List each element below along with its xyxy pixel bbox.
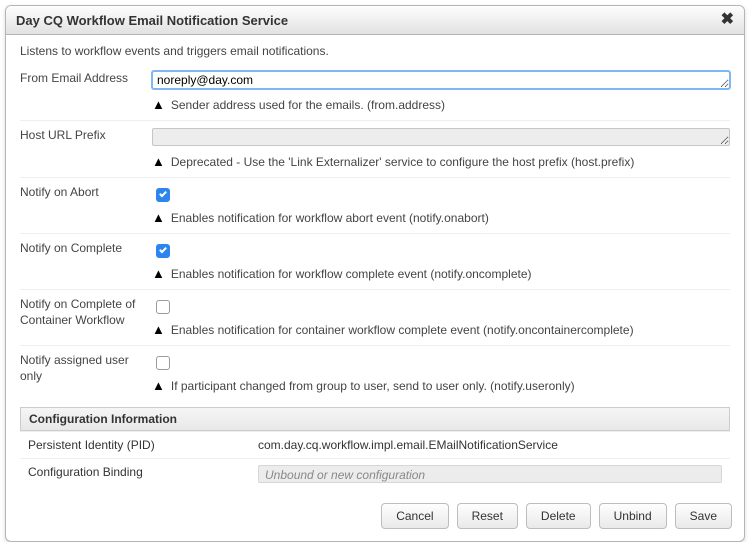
row-from-email: From Email Address ▲ Sender address used…: [20, 64, 730, 120]
row-notify-container-complete: Notify on Complete of Container Workflow…: [20, 289, 730, 345]
row-binding: Configuration Binding Unbound or new con…: [20, 458, 730, 489]
pid-label: Persistent Identity (PID): [28, 438, 258, 452]
form-content: From Email Address ▲ Sender address used…: [6, 64, 744, 493]
notify-complete-label: Notify on Complete: [20, 241, 152, 281]
config-dialog: Day CQ Workflow Email Notification Servi…: [5, 5, 745, 542]
notify-container-complete-checkbox[interactable]: [156, 300, 170, 314]
close-icon[interactable]: ✖: [721, 12, 734, 28]
notify-user-only-checkbox[interactable]: [156, 356, 170, 370]
titlebar: Day CQ Workflow Email Notification Servi…: [6, 6, 744, 35]
from-email-label: From Email Address: [20, 71, 152, 112]
notify-container-complete-label: Notify on Complete of Container Workflow: [20, 297, 152, 337]
binding-label: Configuration Binding: [28, 465, 258, 483]
row-notify-abort: Notify on Abort ▲ Enables notification f…: [20, 177, 730, 233]
binding-value: Unbound or new configuration: [258, 465, 722, 483]
notify-complete-checkbox[interactable]: [156, 244, 170, 258]
button-bar: Cancel Reset Delete Unbind Save: [6, 493, 744, 541]
notify-user-only-hint: ▲ If participant changed from group to u…: [152, 379, 730, 393]
notify-complete-hint: ▲ Enables notification for workflow comp…: [152, 267, 730, 281]
from-email-input[interactable]: [152, 71, 730, 89]
row-host-prefix: Host URL Prefix ▲ Deprecated - Use the '…: [20, 120, 730, 177]
warning-icon: ▲: [152, 98, 165, 111]
warning-icon: ▲: [152, 379, 165, 392]
dialog-description: Listens to workflow events and triggers …: [6, 35, 744, 64]
warning-icon: ▲: [152, 211, 165, 224]
pid-value: com.day.cq.workflow.impl.email.EMailNoti…: [258, 438, 722, 452]
notify-abort-label: Notify on Abort: [20, 185, 152, 225]
notify-container-complete-hint: ▲ Enables notification for container wor…: [152, 323, 730, 337]
row-pid: Persistent Identity (PID) com.day.cq.wor…: [20, 431, 730, 458]
warning-icon: ▲: [152, 155, 165, 168]
notify-abort-checkbox[interactable]: [156, 188, 170, 202]
notify-abort-hint: ▲ Enables notification for workflow abor…: [152, 211, 730, 225]
row-notify-user-only: Notify assigned user only ▲ If participa…: [20, 345, 730, 401]
warning-icon: ▲: [152, 267, 165, 280]
host-prefix-hint: ▲ Deprecated - Use the 'Link Externalize…: [152, 155, 730, 169]
warning-icon: ▲: [152, 323, 165, 336]
dialog-title: Day CQ Workflow Email Notification Servi…: [16, 13, 288, 28]
config-info-header: Configuration Information: [20, 407, 730, 431]
from-email-hint: ▲ Sender address used for the emails. (f…: [152, 98, 730, 112]
host-prefix-label: Host URL Prefix: [20, 128, 152, 169]
notify-user-only-label: Notify assigned user only: [20, 353, 152, 393]
host-prefix-input[interactable]: [152, 128, 730, 146]
row-notify-complete: Notify on Complete ▲ Enables notificatio…: [20, 233, 730, 289]
